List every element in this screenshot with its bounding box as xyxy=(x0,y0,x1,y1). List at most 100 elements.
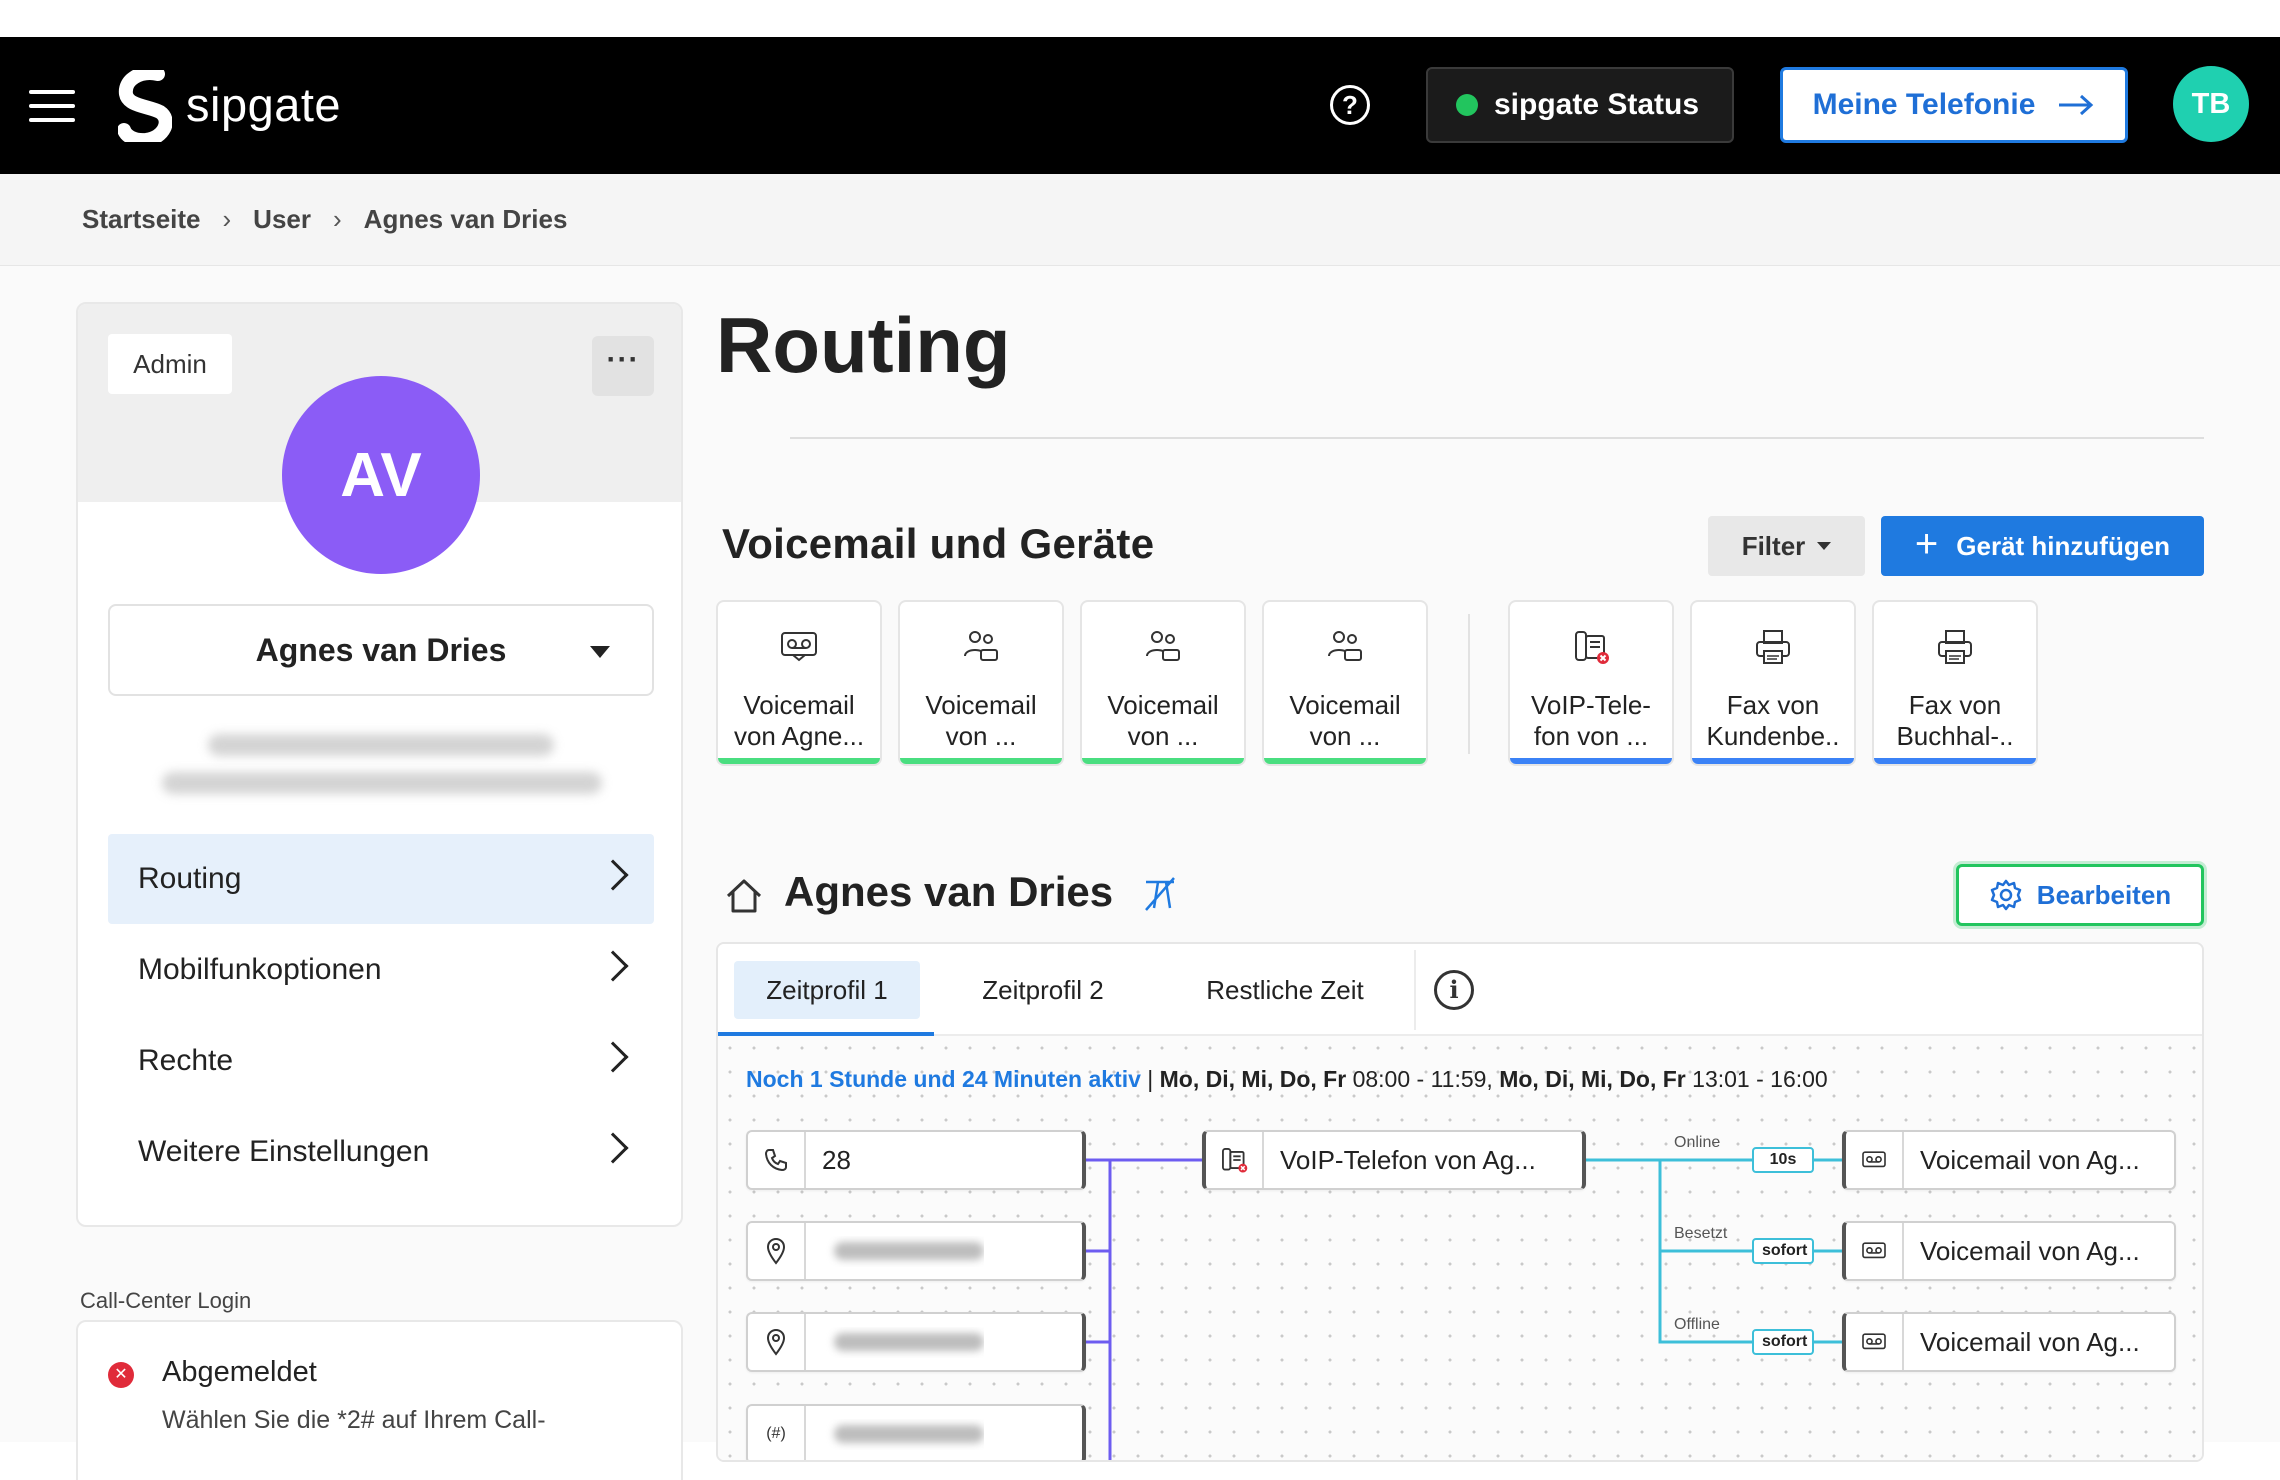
source-extension-number: 28 xyxy=(822,1144,851,1175)
divider xyxy=(790,437,2204,439)
nav-item-more-settings[interactable]: Weitere Einstellungen xyxy=(108,1107,654,1197)
caret-down-icon xyxy=(1817,542,1832,550)
delay-pill[interactable]: 10s xyxy=(1752,1147,1814,1173)
condition-label-busy: Besetzt xyxy=(1674,1225,1728,1242)
fax-icon xyxy=(1938,630,1972,664)
device-card-fax[interactable]: Fax von Buchhal-.. xyxy=(1872,600,2038,766)
voip-phone-node[interactable]: VoIP-Telefon von Ag... xyxy=(1202,1130,1586,1190)
call-center-description: Wählen Sie die *2# auf Ihrem Call- xyxy=(162,1406,546,1434)
delay-pill[interactable]: sofort xyxy=(1752,1329,1814,1355)
device-card-group-voicemail[interactable]: Voicemail von ... xyxy=(1262,600,1428,766)
filter-label: Filter xyxy=(1741,530,1806,561)
device-card-group-voicemail[interactable]: Voicemail von ... xyxy=(1080,600,1246,766)
sipgate-status-button[interactable]: sipgate Status xyxy=(1426,67,1734,143)
tab-time-profile-1[interactable]: Zeitprofil 1 xyxy=(734,961,920,1019)
source-location-node[interactable] xyxy=(746,1312,1086,1372)
redacted-address xyxy=(162,772,602,794)
caret-down-icon xyxy=(590,646,610,658)
more-options-button[interactable]: ··· xyxy=(592,336,654,396)
voicemail-icon xyxy=(1862,1333,1886,1350)
voicemail-target-node[interactable]: Voicemail von Ag... xyxy=(1842,1221,2176,1281)
edit-routing-button[interactable]: Bearbeiten xyxy=(1956,864,2204,926)
user-select-dropdown[interactable]: Agnes van Dries xyxy=(108,604,654,696)
breadcrumb-current: Agnes van Dries xyxy=(363,204,568,234)
profile-card: Admin ··· AV Agnes van Dries Routing Mob… xyxy=(76,302,683,1227)
tab-time-profile-2[interactable]: Zeitprofil 2 xyxy=(950,961,1136,1019)
chevron-right-icon xyxy=(597,1041,629,1073)
role-badge: Admin xyxy=(108,334,232,394)
group-icon xyxy=(964,631,998,661)
nav-item-mobile-options[interactable]: Mobilfunkoptionen xyxy=(108,925,654,1015)
arrow-right-icon xyxy=(2059,94,2094,116)
device-card-voip-phone[interactable]: VoIP-Tele-fon von ... xyxy=(1508,600,1674,766)
device-label-line: Voicemail xyxy=(925,690,1037,720)
voip-phone-icon xyxy=(1222,1148,1248,1173)
voicemail-target-node[interactable]: Voicemail von Ag... xyxy=(1842,1130,2176,1190)
add-device-button[interactable]: + Gerät hinzufügen xyxy=(1881,516,2204,576)
device-label-line: von ... xyxy=(1127,721,1199,751)
group-icon xyxy=(1328,631,1362,661)
time-profile-tabs: Zeitprofil 1 Zeitprofil 2 Restliche Zeit… xyxy=(718,944,2202,1036)
device-label-line: von Agne... xyxy=(733,721,865,751)
plus-icon: + xyxy=(1914,522,1939,566)
tab-remaining-time[interactable]: Restliche Zeit xyxy=(1180,961,1390,1019)
source-location-node[interactable] xyxy=(746,1221,1086,1281)
my-telephony-button[interactable]: Meine Telefonie xyxy=(1780,67,2128,143)
voicemail-icon xyxy=(781,632,817,662)
device-label-line: fon von ... xyxy=(1533,721,1649,751)
voicemail-icon xyxy=(1862,1151,1886,1168)
voip-phone-node-label: VoIP-Telefon von Ag... xyxy=(1280,1144,1536,1175)
redacted-number xyxy=(834,1241,984,1260)
gear-icon xyxy=(1990,879,2022,911)
source-node-partial[interactable]: (#) xyxy=(746,1404,1086,1460)
device-label-line: Voicemail xyxy=(743,690,855,720)
info-icon[interactable]: i xyxy=(1434,970,1474,1010)
help-icon[interactable]: ? xyxy=(1330,85,1370,125)
device-card-voicemail[interactable]: Voicemail von Agne... xyxy=(716,600,882,766)
user-select-value: Agnes van Dries xyxy=(255,631,507,668)
device-label-line: Voicemail xyxy=(1289,690,1401,720)
logo-text[interactable]: sipgate xyxy=(186,77,341,132)
top-navigation-bar: sipgate ? sipgate Status Meine Telefonie… xyxy=(0,37,2280,174)
routing-user-name: Agnes van Dries xyxy=(784,868,1114,915)
voicemail-target-label: Voicemail von Ag... xyxy=(1920,1235,2140,1266)
call-center-label: Call-Center Login xyxy=(80,1288,252,1313)
user-avatar[interactable]: TB xyxy=(2173,66,2249,142)
profile-avatar: AV xyxy=(282,376,480,574)
condition-label-offline: Offline xyxy=(1674,1316,1720,1333)
voicemail-target-label: Voicemail von Ag... xyxy=(1920,1144,2140,1175)
device-card-fax[interactable]: Fax von Kundenbe.. xyxy=(1690,600,1856,766)
call-center-status: Abgemeldet xyxy=(162,1356,317,1388)
nav-item-label: Rechte xyxy=(138,1044,234,1077)
nav-item-label: Mobilfunkoptionen xyxy=(138,953,382,986)
device-status-bar xyxy=(1510,758,1672,764)
nav-item-rights[interactable]: Rechte xyxy=(108,1016,654,1106)
voicemail-target-node[interactable]: Voicemail von Ag... xyxy=(1842,1312,2176,1372)
chevron-right-icon xyxy=(597,859,629,891)
device-card-group-voicemail[interactable]: Voicemail von ... xyxy=(898,600,1064,766)
chevron-right-icon: › xyxy=(222,204,232,234)
menu-icon[interactable] xyxy=(29,90,77,122)
device-status-bar xyxy=(718,758,880,764)
location-pin-icon xyxy=(766,1237,786,1265)
breadcrumb-user[interactable]: User xyxy=(253,204,311,235)
logged-out-icon: ✕ xyxy=(108,1362,134,1388)
source-extension-node[interactable]: 28 xyxy=(746,1130,1086,1190)
sipgate-logo-icon[interactable] xyxy=(118,70,172,142)
nav-item-routing[interactable]: Routing xyxy=(108,834,654,924)
phone-icon xyxy=(764,1149,787,1172)
page-title: Routing xyxy=(716,301,1011,389)
my-telephony-label: Meine Telefonie xyxy=(1812,88,2036,121)
nav-item-label: Weitere Einstellungen xyxy=(138,1135,430,1168)
device-label-line: Fax von xyxy=(1726,690,1820,720)
status-button-label: sipgate Status xyxy=(1494,88,1700,121)
device-label-line: Buchhal-.. xyxy=(1896,721,2014,751)
add-device-label: Gerät hinzufügen xyxy=(1956,530,2171,561)
filter-button[interactable]: Filter xyxy=(1708,516,1865,576)
chevron-right-icon: › xyxy=(333,204,342,234)
device-status-bar xyxy=(1692,758,1854,764)
voicemail-icon xyxy=(1862,1242,1886,1259)
breadcrumb-home[interactable]: Startseite xyxy=(82,204,201,235)
delay-pill[interactable]: sofort xyxy=(1752,1238,1814,1264)
location-pin-icon xyxy=(766,1328,786,1356)
